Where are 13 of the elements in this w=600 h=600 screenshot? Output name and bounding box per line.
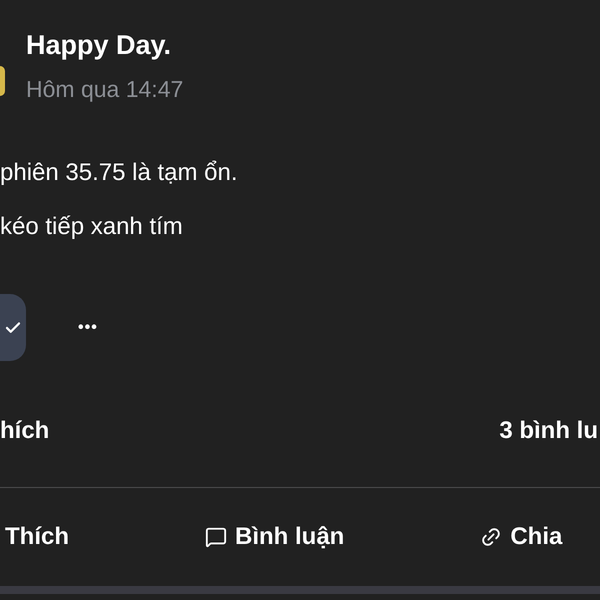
author-name[interactable]: Happy Day.	[26, 28, 184, 62]
like-button[interactable]: Thích	[5, 519, 69, 555]
post-text: phiên 35.75 là tạm ổn.	[0, 158, 239, 188]
comment-count[interactable]: 3 bình lu	[499, 413, 600, 449]
like-count[interactable]: hích	[0, 413, 50, 449]
reaction-button[interactable]	[0, 294, 26, 361]
comment-button[interactable]: Bình luận	[205, 519, 344, 555]
share-button[interactable]: Chia	[480, 519, 562, 555]
avatar	[0, 66, 5, 96]
comment-icon	[205, 526, 227, 548]
more-button[interactable]: •••	[78, 320, 98, 336]
post-text: kéo tiếp xanh tím	[0, 212, 184, 242]
post-time: Hôm qua 14:47	[26, 75, 184, 104]
